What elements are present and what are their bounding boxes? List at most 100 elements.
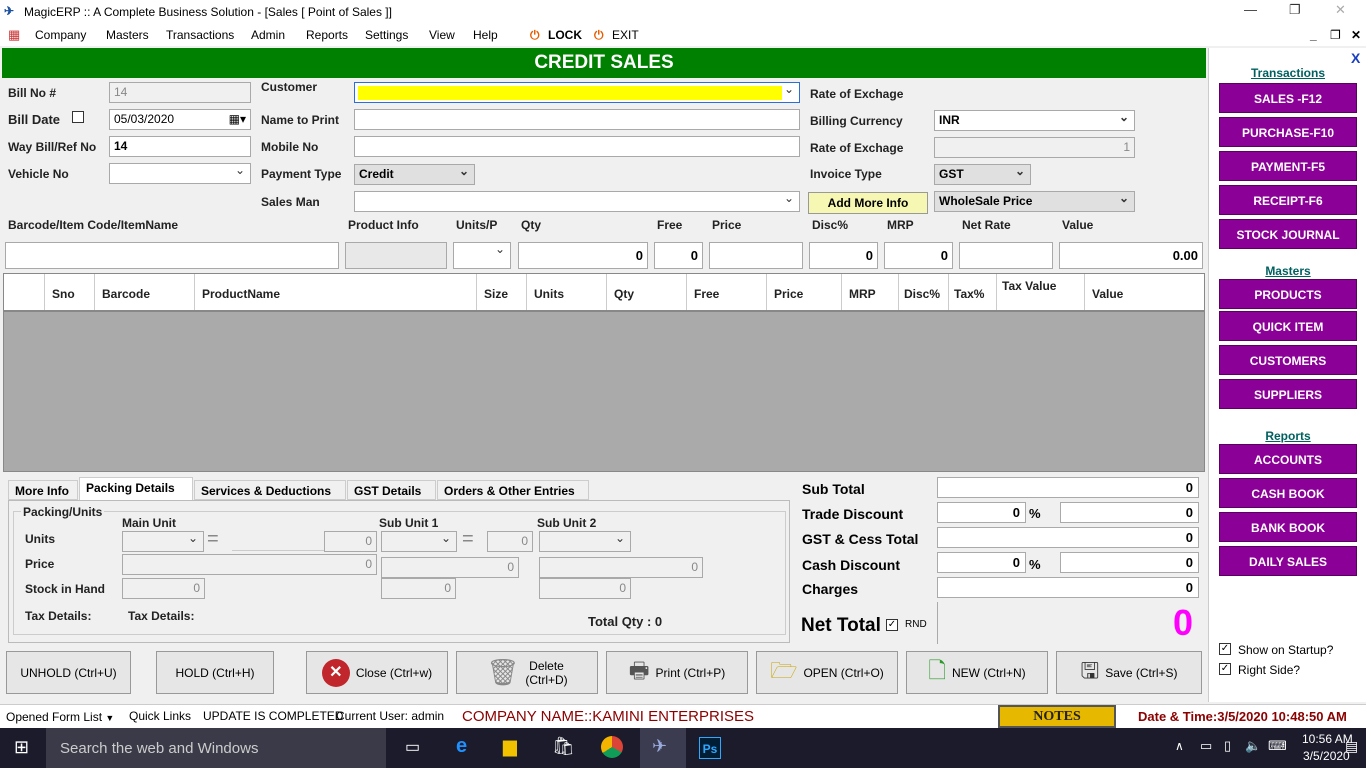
language-icon[interactable]: ⌨ [1268,738,1287,754]
sub-conv-field[interactable]: 0 [487,531,533,552]
main-price-field[interactable]: 0 [122,554,377,575]
col-sno[interactable]: Sno [52,287,75,301]
notes-button[interactable]: NOTES [998,705,1116,728]
trade-discount-pct[interactable]: 0 [937,502,1026,523]
mrp-input[interactable]: 0 [884,242,953,269]
col-mrp[interactable]: MRP [849,287,876,301]
stock-journal-button[interactable]: STOCK JOURNAL [1219,219,1357,249]
items-grid-body[interactable] [3,311,1205,472]
windows-start-icon[interactable]: ⊞ [14,737,29,758]
rate-exchange-field[interactable]: 1 [934,137,1135,158]
open-button[interactable]: 🗁 OPEN (Ctrl+O) [756,651,898,694]
value-input[interactable]: 0.00 [1059,242,1203,269]
products-button[interactable]: PRODUCTS [1219,279,1357,309]
col-qty[interactable]: Qty [614,287,634,301]
menu-transactions[interactable]: Transactions [166,28,234,42]
sub1-price-field[interactable]: 0 [381,557,519,578]
bill-date-picker[interactable]: 05/03/2020 ▦▾ [109,109,251,130]
customer-select[interactable] [354,82,800,103]
edge-icon[interactable]: e [456,735,467,758]
mobile-field[interactable] [354,136,800,157]
mdi-close-icon[interactable]: ✕ [1351,28,1361,42]
tab-packing-details[interactable]: Packing Details [79,477,193,500]
hold-button[interactable]: HOLD (Ctrl+H) [156,651,274,694]
payment-button[interactable]: PAYMENT-F5 [1219,151,1357,181]
mdi-minimize-icon[interactable]: _ [1310,28,1317,42]
delete-button[interactable]: 🗑 Delete (Ctrl+D) [456,651,598,694]
unhold-button[interactable]: UNHOLD (Ctrl+U) [6,651,131,694]
cash-discount-pct[interactable]: 0 [937,552,1026,573]
app-menu-icon[interactable]: ▦ [8,27,20,43]
cash-book-button[interactable]: CASH BOOK [1219,478,1357,508]
purchase-button[interactable]: PURCHASE-F10 [1219,117,1357,147]
save-button[interactable]: 🖫 Save (Ctrl+S) [1056,651,1202,694]
waybill-field[interactable]: 14 [109,136,251,157]
menu-lock[interactable]: LOCK [548,28,582,42]
free-input[interactable]: 0 [654,242,703,269]
daily-sales-button[interactable]: DAILY SALES [1219,546,1357,576]
col-barcode[interactable]: Barcode [102,287,150,301]
col-price[interactable]: Price [774,287,803,301]
close-button[interactable]: ✕ Close (Ctrl+w) [306,651,448,694]
print-button[interactable]: 🖶 Print (Ctrl+P) [606,651,748,694]
quick-links[interactable]: Quick Links [129,709,191,723]
minimize-icon[interactable]: — [1244,2,1257,17]
col-tax-value[interactable]: Tax Value [1002,279,1062,293]
tab-more-info[interactable]: More Info [8,480,78,500]
customers-button[interactable]: CUSTOMERS [1219,345,1357,375]
task-view-icon[interactable]: ▭ [405,737,420,757]
new-button[interactable]: 🗋 NEW (Ctrl+N) [906,651,1048,694]
col-productname[interactable]: ProductName [202,287,280,301]
sub2-price-field[interactable]: 0 [539,557,703,578]
menu-admin[interactable]: Admin [251,28,285,42]
payment-type-select[interactable]: Credit [354,164,475,185]
menu-help[interactable]: Help [473,28,498,42]
bill-date-checkbox[interactable] [72,111,84,123]
restore-icon[interactable]: ❐ [1289,2,1301,18]
tab-gst-details[interactable]: GST Details [347,480,436,500]
vehicle-select[interactable] [109,163,251,184]
name-to-print-field[interactable] [354,109,800,130]
magicerp-taskbar-icon[interactable]: ✈ [640,728,686,768]
suppliers-button[interactable]: SUPPLIERS [1219,379,1357,409]
main-unit-select[interactable] [122,531,204,552]
disc-input[interactable]: 0 [809,242,878,269]
col-disc[interactable]: Disc% [904,287,940,301]
menu-reports[interactable]: Reports [306,28,348,42]
menu-company[interactable]: Company [35,28,86,42]
volume-icon[interactable]: 🔈 [1245,738,1261,754]
price-type-select[interactable]: WholeSale Price [934,191,1135,212]
price-input[interactable] [709,242,803,269]
billing-currency-select[interactable]: INR [934,110,1135,131]
sub-unit2-select[interactable] [539,531,631,552]
bank-book-button[interactable]: BANK BOOK [1219,512,1357,542]
col-free[interactable]: Free [694,287,719,301]
cash-discount-value[interactable]: 0 [1060,552,1199,573]
barcode-input[interactable] [5,242,339,269]
invoice-type-select[interactable]: GST [934,164,1031,185]
accounts-button[interactable]: ACCOUNTS [1219,444,1357,474]
tab-services[interactable]: Services & Deductions [194,480,346,500]
show-startup-checkbox[interactable]: ✓ [1219,643,1231,655]
charges-value[interactable]: 0 [937,577,1199,598]
tray-chevron-icon[interactable]: ∧ [1175,739,1184,753]
salesman-select[interactable] [354,191,800,212]
right-side-checkbox[interactable]: ✓ [1219,663,1231,675]
file-explorer-icon[interactable]: ▆ [503,736,517,757]
store-icon[interactable]: 🛍 [552,736,575,757]
tab-orders[interactable]: Orders & Other Entries [437,480,589,500]
calendar-icon[interactable]: ▦▾ [229,112,246,126]
menu-view[interactable]: View [429,28,455,42]
bill-no-field[interactable]: 14 [109,82,251,103]
close-window-icon[interactable]: ✕ [1335,2,1346,18]
chrome-icon[interactable] [601,736,623,758]
col-size[interactable]: Size [484,287,508,301]
opened-form-list[interactable]: Opened Form List ▼ [6,710,114,724]
col-units[interactable]: Units [534,287,564,301]
taskbar-date[interactable]: 3/5/2020 [1303,749,1350,763]
net-rate-input[interactable] [959,242,1053,269]
sales-button[interactable]: SALES -F12 [1219,83,1357,113]
taskbar-search[interactable]: Search the web and Windows [46,728,386,768]
qty-input[interactable]: 0 [518,242,648,269]
main-conv-field[interactable]: 0 [324,531,377,552]
